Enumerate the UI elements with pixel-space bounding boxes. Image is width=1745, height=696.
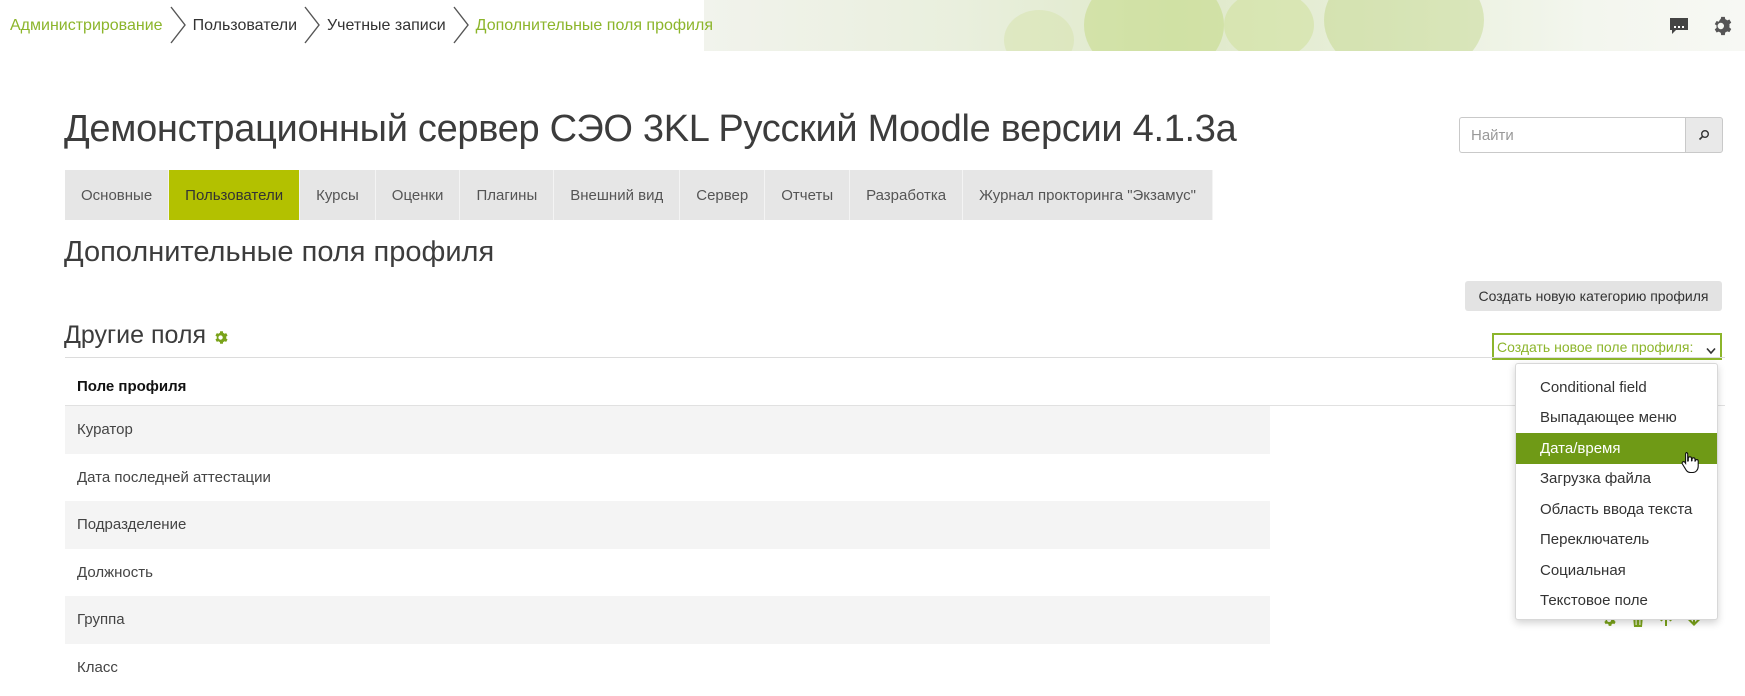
tab-courses[interactable]: Курсы bbox=[300, 170, 376, 220]
search-button[interactable] bbox=[1685, 117, 1723, 153]
table-row: Должность bbox=[77, 563, 153, 581]
chevron-right-icon bbox=[297, 0, 327, 51]
table-row: Группа bbox=[65, 596, 1270, 644]
table-top-border bbox=[65, 357, 1725, 358]
option-social[interactable]: Социальная bbox=[1516, 555, 1717, 586]
chevron-right-icon bbox=[163, 0, 193, 51]
create-category-button[interactable]: Создать новую категорию профиля bbox=[1465, 281, 1722, 311]
table-row: Куратор bbox=[65, 406, 1270, 454]
top-icons bbox=[1657, 0, 1745, 51]
create-field-select-value: Создать новое поле профиля: bbox=[1497, 338, 1694, 355]
search-box bbox=[1459, 117, 1723, 153]
page-title: Дополнительные поля профиля bbox=[64, 236, 495, 268]
chevron-down-icon bbox=[1706, 342, 1716, 358]
breadcrumb-current: Дополнительные поля профиля bbox=[475, 16, 713, 34]
category-heading: Другие поля bbox=[64, 319, 229, 352]
create-field-dropdown: Conditional field Выпадающее меню Дата/в… bbox=[1515, 363, 1718, 620]
search-input[interactable] bbox=[1459, 117, 1685, 153]
table-row: Дата последней аттестации bbox=[77, 468, 271, 486]
tab-reports[interactable]: Отчеты bbox=[765, 170, 851, 220]
breadcrumb-accounts[interactable]: Учетные записи bbox=[327, 17, 446, 35]
table-row: Подразделение bbox=[65, 501, 1270, 549]
admin-tabs: Основные Пользователи Курсы Оценки Плаги… bbox=[65, 170, 1213, 220]
create-field-select[interactable]: Создать новое поле профиля: bbox=[1492, 333, 1722, 360]
option-textarea[interactable]: Область ввода текста bbox=[1516, 494, 1717, 525]
site-title: Демонстрационный сервер СЭО 3KL Русский … bbox=[64, 108, 1237, 150]
tab-grades[interactable]: Оценки bbox=[375, 170, 461, 220]
tab-server[interactable]: Сервер bbox=[680, 170, 766, 220]
category-title: Другие поля bbox=[64, 321, 207, 349]
gear-icon[interactable] bbox=[1701, 0, 1745, 51]
gear-icon[interactable] bbox=[214, 323, 229, 352]
option-text-field[interactable]: Текстовое поле bbox=[1516, 586, 1717, 617]
table-row: Класс bbox=[77, 658, 118, 676]
tab-proctoring-log[interactable]: Журнал прокторинга "Экзамус" bbox=[963, 170, 1213, 220]
hand-cursor-icon bbox=[1681, 451, 1699, 478]
option-conditional-field[interactable]: Conditional field bbox=[1516, 372, 1717, 403]
tab-general[interactable]: Основные bbox=[65, 170, 170, 220]
top-bar: Администрирование Пользователи Учетные з… bbox=[0, 0, 1745, 51]
profile-fields-table: Куратор Дата последней аттестации Подраз… bbox=[65, 406, 1270, 691]
tab-appearance[interactable]: Внешний вид bbox=[554, 170, 681, 220]
search-icon bbox=[1698, 130, 1709, 141]
breadcrumb-administration[interactable]: Администрирование bbox=[10, 17, 163, 35]
option-dropdown-menu[interactable]: Выпадающее меню bbox=[1516, 403, 1717, 434]
tab-plugins[interactable]: Плагины bbox=[460, 170, 555, 220]
breadcrumb-users[interactable]: Пользователи bbox=[193, 17, 297, 35]
header-background bbox=[704, 0, 1745, 51]
table-header: Поле профиля bbox=[65, 366, 1725, 406]
column-header-profile-field: Поле профиля bbox=[77, 377, 187, 395]
breadcrumb: Администрирование Пользователи Учетные з… bbox=[10, 0, 713, 51]
tab-users[interactable]: Пользователи bbox=[169, 170, 301, 220]
tab-development[interactable]: Разработка bbox=[850, 170, 964, 220]
option-checkbox[interactable]: Переключатель bbox=[1516, 525, 1717, 556]
chevron-right-icon bbox=[446, 0, 476, 51]
message-drawer-icon[interactable] bbox=[1657, 0, 1701, 51]
